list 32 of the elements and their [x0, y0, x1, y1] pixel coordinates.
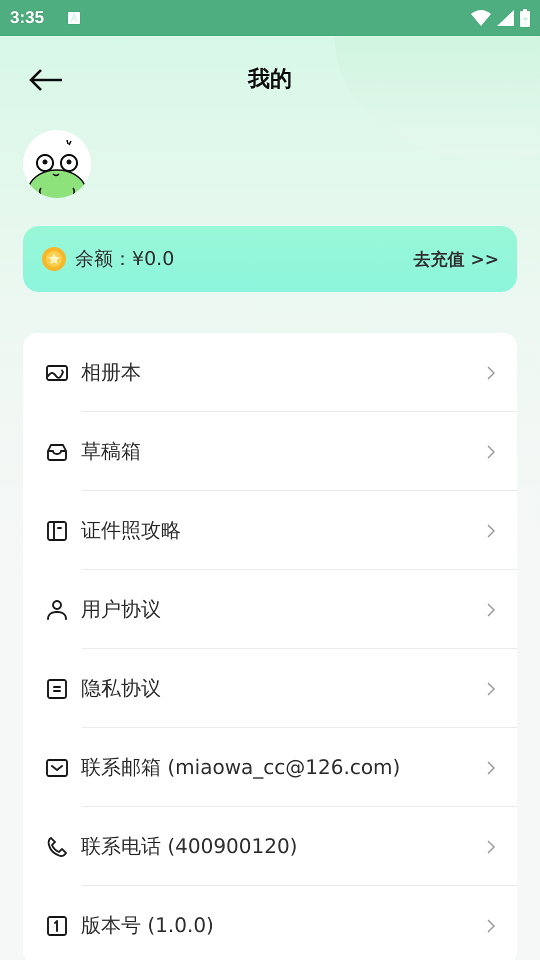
- chevron-icon: [487, 682, 495, 696]
- user-icon: [45, 598, 69, 622]
- coin-icon: [41, 246, 67, 272]
- back-arrow-icon[interactable]: [28, 68, 64, 92]
- avatar-frog-icon[interactable]: [23, 130, 91, 198]
- chevron-icon: [487, 760, 495, 774]
- menu-item[interactable]: 版本号 (1.0.0): [23, 886, 517, 960]
- document-icon: [45, 676, 69, 700]
- wifi-icon: [471, 10, 491, 26]
- chevron-icon: [487, 366, 495, 380]
- chevron-icon: [487, 444, 495, 458]
- recharge-link[interactable]: 去充值 >>: [414, 248, 499, 270]
- notification-icon: [68, 12, 80, 24]
- phone-icon: [45, 834, 69, 858]
- status-time: 3:35: [10, 8, 44, 28]
- signal-icon: [497, 10, 514, 26]
- menu-item[interactable]: 联系电话 (400900120): [23, 807, 517, 886]
- page-title: 我的: [248, 66, 292, 94]
- panel-icon: [45, 518, 69, 542]
- menu-item[interactable]: 用户协议: [23, 570, 517, 649]
- chevron-icon: [487, 918, 495, 932]
- menu-item[interactable]: 证件照攻略: [23, 491, 517, 570]
- chevron-icon: [487, 840, 495, 854]
- menu-item[interactable]: 隐私协议: [23, 649, 517, 728]
- chevron-icon: [487, 602, 495, 616]
- battery-icon: [520, 9, 530, 27]
- menu-item[interactable]: 相册本: [23, 333, 517, 412]
- menu-item[interactable]: 联系邮箱 (miaowa_cc@126.com): [23, 728, 517, 807]
- balance-text: 余额：¥0.0: [75, 247, 174, 272]
- menu-item[interactable]: 草稿箱: [23, 412, 517, 491]
- chevron-icon: [487, 524, 495, 538]
- number-icon: [45, 914, 69, 938]
